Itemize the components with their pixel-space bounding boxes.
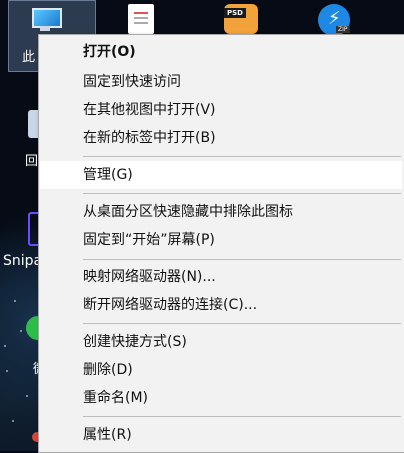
menu-item-open-new-tab[interactable]: 在新的标签中打开(B) [40, 124, 402, 152]
menu-item-delete[interactable]: 删除(D) [40, 356, 402, 384]
menu-item-open[interactable]: 打开(O) [40, 38, 402, 66]
psd-file-icon[interactable]: PSD [224, 4, 258, 34]
monitor-screen [32, 8, 62, 28]
context-menu: 打开(O) 固定到快速访问 在其他视图中打开(V) 在新的标签中打开(B) 管理… [38, 34, 404, 453]
star [4, 345, 6, 347]
menu-separator [83, 156, 401, 157]
menu-item-open-other-view[interactable]: 在其他视图中打开(V) [40, 96, 402, 124]
this-pc-label: 此 [22, 50, 36, 65]
menu-item-pin-start[interactable]: 固定到“开始”屏幕(P) [40, 226, 402, 254]
menu-item-properties[interactable]: 属性(R) [40, 421, 402, 449]
menu-item-map-drive[interactable]: 映射网络驱动器(N)... [40, 263, 402, 291]
menu-separator [83, 416, 401, 417]
star [14, 300, 16, 302]
star [12, 420, 14, 422]
psd-tag: PSD [224, 8, 246, 18]
recycle-bin-label: 回 [25, 154, 39, 169]
star [26, 395, 28, 397]
monitor-stand [40, 26, 50, 31]
menu-item-rename[interactable]: 重命名(M) [40, 384, 402, 412]
menu-item-disconnect-drive[interactable]: 断开网络驱动器的连接(C)... [40, 291, 402, 319]
menu-item-exclude-hide[interactable]: 从桌面分区快速隐藏中排除此图标 [40, 198, 402, 226]
menu-item-create-shortcut[interactable]: 创建快捷方式(S) [40, 328, 402, 356]
menu-separator [83, 193, 401, 194]
document-icon[interactable] [128, 4, 154, 34]
menu-separator [83, 323, 401, 324]
menu-separator [83, 259, 401, 260]
zip-tag: ZIP [336, 26, 350, 33]
star [6, 370, 8, 372]
star [20, 330, 22, 332]
menu-item-pin-quick-access[interactable]: 固定到快速访问 [40, 68, 402, 96]
this-pc-icon[interactable] [28, 6, 62, 32]
snipaste-label: Snipa [3, 253, 43, 269]
zip-app-icon[interactable]: ⚡ ZIP [318, 4, 350, 36]
menu-item-manage[interactable]: 管理(G) [40, 161, 402, 189]
